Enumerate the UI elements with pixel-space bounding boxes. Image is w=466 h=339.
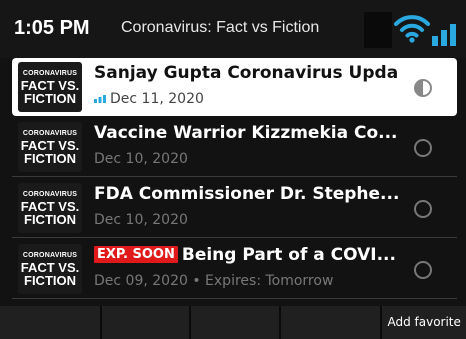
podcast-thumbnail: CORONAVIRUS FACT VS. FICTION: [18, 122, 82, 172]
episode-row[interactable]: CORONAVIRUS FACT VS. FICTION Sanjay Gupt…: [12, 58, 457, 116]
episode-subtitle: Dec 10, 2020: [94, 212, 188, 228]
episode-list: CORONAVIRUS FACT VS. FICTION Sanjay Gupt…: [12, 58, 457, 301]
episode-title: EXP. SOON Being Part of a COVI...: [94, 245, 404, 265]
now-playing-icon: [94, 95, 106, 103]
episode-row[interactable]: CORONAVIRUS FACT VS. FICTION Vaccine War…: [12, 118, 457, 177]
softkey-bar: Add favorite: [0, 306, 466, 339]
podcast-thumbnail: CORONAVIRUS FACT VS. FICTION: [18, 244, 82, 294]
status-bar: 1:05 PM Coronavirus: Fact vs Fiction: [0, 0, 466, 58]
podcast-thumbnail: CORONAVIRUS FACT VS. FICTION: [18, 62, 82, 112]
episode-title: Vaccine Warrior Kizzmekia Co...: [94, 123, 398, 143]
episode-title: Sanjay Gupta Coronavirus Upda: [94, 63, 399, 83]
softkey-4[interactable]: [280, 306, 383, 339]
episode-subtitle: Dec 10, 2020: [94, 151, 188, 167]
add-favorite-button[interactable]: Add favorite: [382, 306, 466, 339]
softkey-1[interactable]: [0, 306, 102, 339]
unplayed-icon: [414, 139, 432, 157]
episode-subtitle: Dec 11, 2020: [94, 91, 204, 107]
expiring-soon-badge: EXP. SOON: [94, 246, 178, 263]
episode-subtitle: Dec 09, 2020 • Expires: Tomorrow: [94, 273, 333, 289]
episode-date: Dec 10, 2020: [94, 212, 188, 228]
partial-played-icon: [414, 79, 432, 97]
clock: 1:05 PM: [14, 17, 90, 39]
softkey-3[interactable]: [191, 306, 281, 339]
episode-date: Dec 09, 2020: [94, 273, 188, 289]
episode-title-text: Being Part of a COVI...: [181, 245, 396, 265]
episode-title: FDA Commissioner Dr. Stephe...: [94, 184, 400, 204]
unplayed-icon: [414, 200, 432, 218]
episode-row[interactable]: CORONAVIRUS FACT VS. FICTION EXP. SOON Be…: [12, 240, 457, 299]
page-title: Coronavirus: Fact vs Fiction: [121, 19, 320, 36]
episode-expiry: • Expires: Tomorrow: [192, 273, 334, 289]
signal-icon: [432, 24, 456, 46]
episode-date: Dec 11, 2020: [110, 91, 204, 107]
status-indicator: [364, 12, 392, 48]
episode-row[interactable]: CORONAVIRUS FACT VS. FICTION FDA Commiss…: [12, 179, 457, 238]
softkey-2[interactable]: [101, 306, 192, 339]
podcast-thumbnail: CORONAVIRUS FACT VS. FICTION: [18, 183, 82, 233]
wifi-icon: [394, 15, 430, 43]
episode-date: Dec 10, 2020: [94, 151, 188, 167]
unplayed-icon: [414, 261, 432, 279]
